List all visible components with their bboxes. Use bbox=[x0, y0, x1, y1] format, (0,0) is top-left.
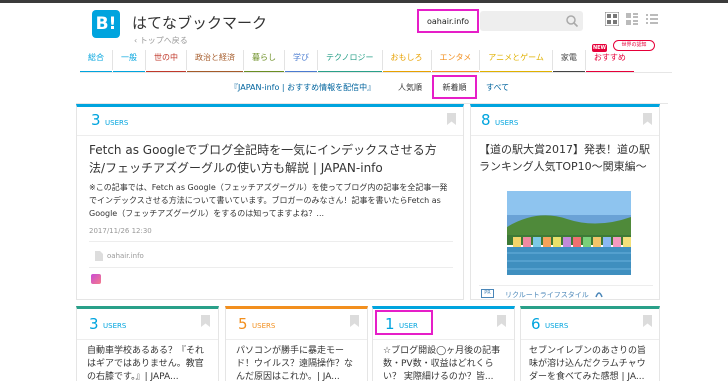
entry-card-small[interactable]: 5 USERS パソコンが勝手に暴走モード！ウイルス？遠隔操作？なんだ原因はこれ… bbox=[225, 306, 368, 381]
card-divider bbox=[89, 241, 453, 242]
card-divider bbox=[77, 135, 463, 136]
card-divider bbox=[226, 339, 367, 340]
sort-all-tab[interactable]: すべて bbox=[486, 82, 509, 93]
site-title[interactable]: はてなブックマーク bbox=[132, 12, 267, 33]
users-count[interactable]: 5 bbox=[238, 315, 248, 333]
entry-title[interactable]: パソコンが勝手に暴走モード！ウイルス？遠隔操作？なんだ原因はこれか。| JA..… bbox=[236, 345, 360, 381]
document-icon bbox=[95, 251, 103, 261]
users-label[interactable]: USERS bbox=[103, 322, 126, 330]
search-input[interactable]: oahair.info bbox=[417, 9, 479, 33]
tile-view-icon[interactable] bbox=[625, 12, 639, 26]
card-divider bbox=[373, 339, 514, 340]
category-nav: 総合 一般 世の中 政治と経済 暮らし 学び テクノロジー おもしろ エンタメ アニメとゲーム 家電… bbox=[80, 50, 670, 74]
users-count[interactable]: 3 bbox=[89, 315, 99, 333]
user-avatar[interactable] bbox=[91, 274, 101, 284]
bookmark-icon[interactable] bbox=[643, 315, 652, 327]
entry-description: ※この記事では、Fetch as Google（フェッチアズグーグル）を使ってブ… bbox=[89, 183, 448, 218]
category-tab[interactable]: エンタメ bbox=[431, 50, 481, 74]
card-divider bbox=[471, 135, 659, 136]
side-entry-card[interactable]: 8 USERS 【道の駅大賞2017】発表！道の駅ランキング人気TOP10～関東… bbox=[470, 104, 660, 300]
category-tab[interactable]: 総合 bbox=[80, 50, 113, 74]
card-divider bbox=[521, 339, 659, 340]
pr-badge: PR bbox=[481, 289, 494, 298]
entry-card-small[interactable]: 3 USERS 自動車学校あるある？『それはギアではありません。教官の右膝です。… bbox=[76, 306, 219, 381]
bookmark-icon[interactable] bbox=[643, 113, 652, 125]
category-tab[interactable]: テクノロジー bbox=[318, 50, 383, 74]
search-icon[interactable] bbox=[565, 14, 579, 28]
category-tab[interactable]: 世の中 bbox=[146, 50, 187, 74]
entry-title[interactable]: 【道の駅大賞2017】発表！道の駅ランキング人気TOP10～関東編～ bbox=[479, 141, 653, 175]
category-tab[interactable]: 一般 bbox=[113, 50, 146, 74]
top-strip bbox=[0, 0, 728, 3]
card-divider bbox=[479, 285, 653, 286]
bookmark-icon[interactable] bbox=[447, 113, 456, 125]
entry-domain[interactable]: oahair.info bbox=[107, 252, 144, 260]
entry-title[interactable]: セブンイレブンのあさりの旨味が溶け込んだクラムチャウダーを食べてみた感想 | J… bbox=[529, 345, 653, 381]
category-tab[interactable]: アニメとゲーム bbox=[480, 50, 553, 74]
category-tab[interactable]: おもしろ bbox=[382, 50, 432, 74]
main-entry-card[interactable]: 3 USERS Fetch as Googleでブログ全記時を一気にインデックス… bbox=[76, 104, 464, 300]
category-tab[interactable]: 学び bbox=[285, 50, 318, 74]
grid-view-icon[interactable] bbox=[605, 12, 619, 26]
sort-popular-tab[interactable]: 人気順 bbox=[398, 82, 422, 93]
users-label[interactable]: USERS bbox=[105, 119, 128, 127]
users-label[interactable]: USERS bbox=[545, 322, 568, 330]
view-toggle-group bbox=[605, 12, 659, 26]
highlight-box bbox=[375, 310, 433, 335]
users-label[interactable]: USERS bbox=[495, 119, 518, 127]
entry-card-small[interactable]: 6 USERS セブンイレブンのあさりの旨味が溶け込んだクラムチャウダーを食べて… bbox=[520, 306, 660, 381]
category-tab[interactable]: 家電 bbox=[552, 50, 586, 74]
users-count[interactable]: 6 bbox=[531, 315, 541, 333]
sponsor-name[interactable]: リクルートライフスタイル bbox=[505, 290, 589, 299]
list-view-icon[interactable] bbox=[645, 12, 659, 26]
bookmark-icon[interactable] bbox=[201, 315, 210, 327]
card-divider bbox=[77, 339, 218, 340]
breadcrumb[interactable]: ‹ トップへ戻る bbox=[134, 35, 188, 46]
entry-title[interactable]: Fetch as Googleでブログ全記時を一気にインデックスさせる方法/フェ… bbox=[89, 141, 449, 177]
sponsor-logo-icon bbox=[595, 292, 603, 298]
bookmark-icon[interactable] bbox=[350, 315, 359, 327]
feed-title-link[interactable]: 『JAPAN-info | おすすめ情報を配信中』 bbox=[230, 82, 375, 93]
entry-title[interactable]: 自動車学校あるある？『それはギアではありません。教官の右膝です。』| JAPA.… bbox=[87, 345, 211, 381]
hatena-logo[interactable]: B! bbox=[92, 10, 120, 38]
sort-newest-tab[interactable]: 新着順 bbox=[432, 75, 477, 99]
category-tab[interactable]: おすすめ bbox=[585, 50, 634, 74]
category-tab[interactable]: 暮らし bbox=[244, 50, 285, 74]
category-tab[interactable]: 政治と経済 bbox=[187, 50, 244, 74]
card-divider bbox=[89, 267, 453, 268]
entry-title[interactable]: ☆ブログ開設◯ヶ月後の記事数・PV数・収益はどれくらい？ 実際細けるのか？皆..… bbox=[383, 345, 507, 381]
entry-date: 2017/11/26 12:30 bbox=[89, 227, 152, 235]
users-count[interactable]: 3 bbox=[91, 111, 101, 129]
users-label[interactable]: USERS bbox=[252, 322, 275, 330]
bookmark-icon[interactable] bbox=[497, 315, 506, 327]
users-count[interactable]: 8 bbox=[481, 111, 491, 129]
entry-thumbnail[interactable] bbox=[507, 191, 631, 275]
